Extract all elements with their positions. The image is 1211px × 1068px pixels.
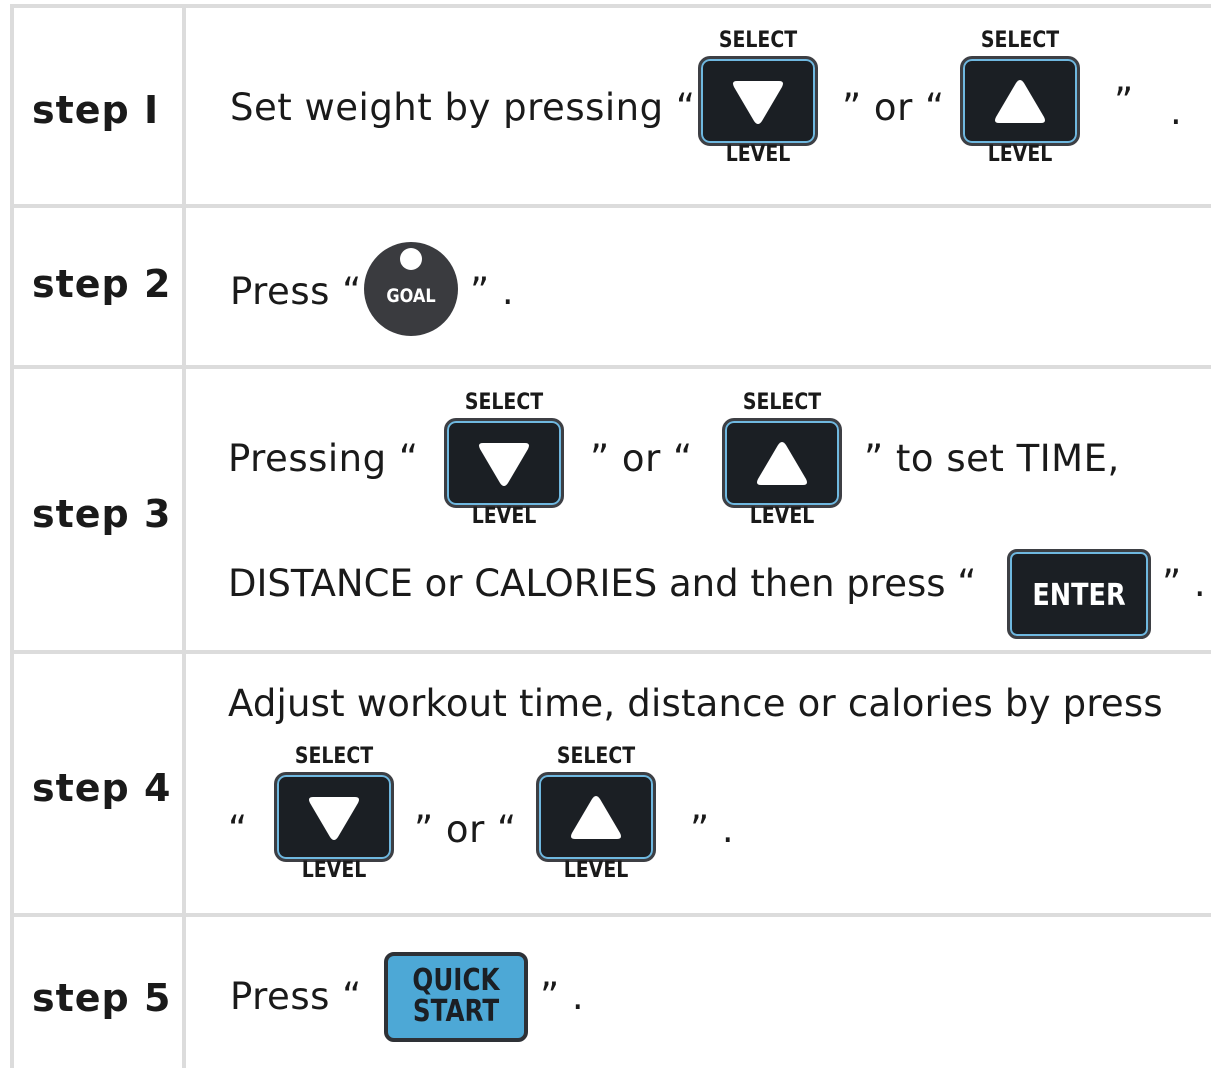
enter-label: ENTER [1032,578,1126,613]
key-button [698,56,818,146]
step-4-label: step 4 [32,766,172,810]
select-up-key: SELECT LEVEL [958,28,1082,170]
step-1-or: ” or “ [842,86,945,129]
key-level-label: LEVEL [563,858,629,883]
key-level-label: LEVEL [749,504,815,529]
triangle-up-icon [571,796,621,839]
triangle-up-icon [995,80,1045,123]
key-button [536,772,656,862]
quick-start-label-2: START [412,994,500,1029]
step-1-close-quote: ” [1114,80,1134,123]
key-select-label: SELECT [742,390,822,415]
step-3-to-set: ” to set TIME, [864,437,1120,480]
key-level-label: LEVEL [987,142,1053,167]
table-border-top [10,4,1211,8]
key-select-label: SELECT [980,28,1060,53]
key-button [722,418,842,508]
step-2-end: ” . [470,270,515,313]
goal-indicator-dot [400,248,422,270]
triangle-down-icon [309,797,359,840]
step-3-label: step 3 [32,492,172,536]
step-2-label: step 2 [32,262,172,306]
triangle-up-icon [757,442,807,485]
select-up-key: SELECT LEVEL [534,744,658,886]
step-4-or: ” or “ [414,808,517,851]
key-level-label: LEVEL [725,142,791,167]
table-border-left [10,5,14,1068]
step-3-end: ” . [1162,562,1207,605]
step-5-text: Press “ [230,975,362,1018]
column-divider [182,5,186,1068]
key-select-label: SELECT [718,28,798,53]
step-4-open-quote: “ [228,808,248,851]
key-button [960,56,1080,146]
step-3-text: Pressing “ [228,437,419,480]
quick-start-button: QUICK START [384,952,528,1042]
step-1-period: . [1170,90,1183,133]
row-divider [10,913,1211,917]
key-select-label: SELECT [464,390,544,415]
select-down-key: SELECT LEVEL [442,390,566,532]
step-3-or: ” or “ [590,437,693,480]
step-3-line-2: DISTANCE or CALORIES and then press “ [228,562,977,605]
row-divider [10,650,1211,654]
enter-button: ENTER [1007,549,1151,639]
key-select-label: SELECT [556,744,636,769]
triangle-down-icon [479,443,529,486]
row-divider [10,204,1211,208]
select-down-key: SELECT LEVEL [696,28,820,170]
goal-label: GOAL [386,285,436,307]
row-divider [10,365,1211,369]
key-level-label: LEVEL [301,858,367,883]
step-1-text: Set weight by pressing “ [230,86,696,129]
triangle-down-icon [733,81,783,124]
key-button [274,772,394,862]
step-4-line-1: Adjust workout time, distance or calorie… [228,682,1163,725]
step-2-text: Press “ [230,270,362,313]
quick-start-label-1: QUICK [412,963,500,998]
key-select-label: SELECT [294,744,374,769]
key-level-label: LEVEL [471,504,537,529]
step-1-label: step I [32,88,160,132]
step-5-end: ” . [540,975,585,1018]
step-5-label: step 5 [32,976,172,1020]
key-button [444,418,564,508]
goal-button: GOAL [364,242,458,336]
select-down-key: SELECT LEVEL [272,744,396,886]
select-up-key: SELECT LEVEL [720,390,844,532]
step-4-end: ” . [690,808,735,851]
